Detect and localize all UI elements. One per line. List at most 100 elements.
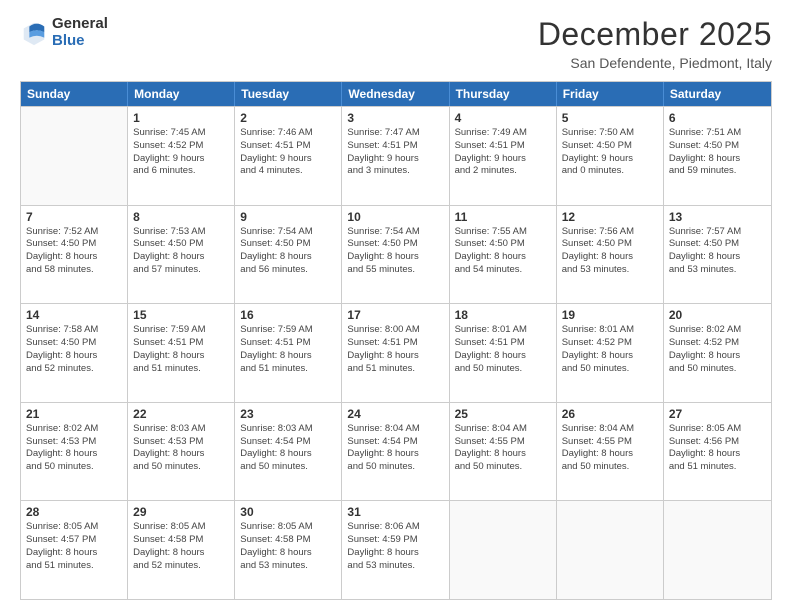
day-number: 14: [26, 308, 122, 322]
calendar-cell: 28Sunrise: 8:05 AM Sunset: 4:57 PM Dayli…: [21, 501, 128, 599]
day-number: 15: [133, 308, 229, 322]
calendar-row-1: 7 Sunrise: 7:52 AM Sunset: 4:50 PM Daylig…: [21, 205, 771, 304]
calendar-cell: 17Sunrise: 8:00 AM Sunset: 4:51 PM Dayli…: [342, 304, 449, 402]
calendar-cell: 9 Sunrise: 7:54 AM Sunset: 4:50 PM Daylig…: [235, 206, 342, 304]
day-number: 3: [347, 111, 443, 125]
calendar-cell: 22 Sunrise: 8:03 AM Sunset: 4:53 PM Dayli…: [128, 403, 235, 501]
day-info: Sunrise: 8:01 AM Sunset: 4:51 PM Dayligh…: [455, 324, 551, 375]
day-info: Sunrise: 7:55 AM Sunset: 4:50 PM Dayligh…: [455, 226, 551, 277]
calendar-cell: 16 Sunrise: 7:59 AM Sunset: 4:51 PM Dayli…: [235, 304, 342, 402]
calendar-row-4: 28Sunrise: 8:05 AM Sunset: 4:57 PM Dayli…: [21, 500, 771, 599]
header-cell-sunday: Sunday: [21, 82, 128, 106]
day-info: Sunrise: 8:06 AM Sunset: 4:59 PM Dayligh…: [347, 521, 443, 572]
day-number: 27: [669, 407, 766, 421]
day-info: Sunrise: 8:02 AM Sunset: 4:52 PM Dayligh…: [669, 324, 766, 375]
calendar-cell: 14 Sunrise: 7:58 AM Sunset: 4:50 PM Dayli…: [21, 304, 128, 402]
calendar-cell: 4 Sunrise: 7:49 AM Sunset: 4:51 PM Daylig…: [450, 107, 557, 205]
header-cell-monday: Monday: [128, 82, 235, 106]
calendar-cell: 29 Sunrise: 8:05 AM Sunset: 4:58 PM Dayli…: [128, 501, 235, 599]
calendar-cell: 10 Sunrise: 7:54 AM Sunset: 4:50 PM Dayli…: [342, 206, 449, 304]
day-info: Sunrise: 7:52 AM Sunset: 4:50 PM Dayligh…: [26, 226, 122, 277]
logo-blue-text: Blue: [52, 33, 108, 50]
logo-text: General Blue: [52, 16, 108, 49]
calendar-cell: 23Sunrise: 8:03 AM Sunset: 4:54 PM Dayli…: [235, 403, 342, 501]
day-info: Sunrise: 8:04 AM Sunset: 4:55 PM Dayligh…: [455, 423, 551, 474]
day-info: Sunrise: 8:05 AM Sunset: 4:56 PM Dayligh…: [669, 423, 766, 474]
header-cell-friday: Friday: [557, 82, 664, 106]
day-info: Sunrise: 7:49 AM Sunset: 4:51 PM Dayligh…: [455, 127, 551, 178]
day-info: Sunrise: 7:56 AM Sunset: 4:50 PM Dayligh…: [562, 226, 658, 277]
calendar-row-3: 21 Sunrise: 8:02 AM Sunset: 4:53 PM Dayli…: [21, 402, 771, 501]
calendar-cell: 11 Sunrise: 7:55 AM Sunset: 4:50 PM Dayli…: [450, 206, 557, 304]
day-number: 29: [133, 505, 229, 519]
calendar-cell: 13 Sunrise: 7:57 AM Sunset: 4:50 PM Dayli…: [664, 206, 771, 304]
day-number: 30: [240, 505, 336, 519]
day-info: Sunrise: 7:46 AM Sunset: 4:51 PM Dayligh…: [240, 127, 336, 178]
location-title: San Defendente, Piedmont, Italy: [538, 55, 772, 71]
calendar-cell: 21 Sunrise: 8:02 AM Sunset: 4:53 PM Dayli…: [21, 403, 128, 501]
month-title: December 2025: [538, 16, 772, 53]
day-info: Sunrise: 7:58 AM Sunset: 4:50 PM Dayligh…: [26, 324, 122, 375]
day-number: 25: [455, 407, 551, 421]
day-info: Sunrise: 7:50 AM Sunset: 4:50 PM Dayligh…: [562, 127, 658, 178]
day-info: Sunrise: 7:53 AM Sunset: 4:50 PM Dayligh…: [133, 226, 229, 277]
day-number: 10: [347, 210, 443, 224]
day-info: Sunrise: 8:05 AM Sunset: 4:58 PM Dayligh…: [133, 521, 229, 572]
calendar-row-0: 1Sunrise: 7:45 AM Sunset: 4:52 PM Daylig…: [21, 106, 771, 205]
calendar-row-2: 14 Sunrise: 7:58 AM Sunset: 4:50 PM Dayli…: [21, 303, 771, 402]
day-number: 8: [133, 210, 229, 224]
logo-icon: [20, 19, 48, 47]
page: General Blue December 2025 San Defendent…: [0, 0, 792, 612]
calendar-body: 1Sunrise: 7:45 AM Sunset: 4:52 PM Daylig…: [21, 106, 771, 599]
calendar-cell: 5Sunrise: 7:50 AM Sunset: 4:50 PM Daylig…: [557, 107, 664, 205]
calendar-cell: 27 Sunrise: 8:05 AM Sunset: 4:56 PM Dayli…: [664, 403, 771, 501]
day-info: Sunrise: 7:59 AM Sunset: 4:51 PM Dayligh…: [133, 324, 229, 375]
day-number: 2: [240, 111, 336, 125]
day-number: 4: [455, 111, 551, 125]
calendar-cell: 6Sunrise: 7:51 AM Sunset: 4:50 PM Daylig…: [664, 107, 771, 205]
day-number: 28: [26, 505, 122, 519]
header-cell-wednesday: Wednesday: [342, 82, 449, 106]
day-info: Sunrise: 7:57 AM Sunset: 4:50 PM Dayligh…: [669, 226, 766, 277]
calendar-cell: 3Sunrise: 7:47 AM Sunset: 4:51 PM Daylig…: [342, 107, 449, 205]
day-number: 7: [26, 210, 122, 224]
day-number: 9: [240, 210, 336, 224]
day-info: Sunrise: 7:54 AM Sunset: 4:50 PM Dayligh…: [347, 226, 443, 277]
calendar-cell: 19Sunrise: 8:01 AM Sunset: 4:52 PM Dayli…: [557, 304, 664, 402]
calendar: SundayMondayTuesdayWednesdayThursdayFrid…: [20, 81, 772, 600]
day-number: 16: [240, 308, 336, 322]
day-number: 31: [347, 505, 443, 519]
day-number: 24: [347, 407, 443, 421]
header-cell-saturday: Saturday: [664, 82, 771, 106]
calendar-cell: 25 Sunrise: 8:04 AM Sunset: 4:55 PM Dayli…: [450, 403, 557, 501]
day-info: Sunrise: 8:03 AM Sunset: 4:54 PM Dayligh…: [240, 423, 336, 474]
title-block: December 2025 San Defendente, Piedmont, …: [538, 16, 772, 71]
day-number: 26: [562, 407, 658, 421]
calendar-cell: 1Sunrise: 7:45 AM Sunset: 4:52 PM Daylig…: [128, 107, 235, 205]
day-info: Sunrise: 8:01 AM Sunset: 4:52 PM Dayligh…: [562, 324, 658, 375]
calendar-cell: [21, 107, 128, 205]
day-info: Sunrise: 7:51 AM Sunset: 4:50 PM Dayligh…: [669, 127, 766, 178]
calendar-cell: 2 Sunrise: 7:46 AM Sunset: 4:51 PM Daylig…: [235, 107, 342, 205]
calendar-cell: 15 Sunrise: 7:59 AM Sunset: 4:51 PM Dayli…: [128, 304, 235, 402]
logo-general-text: General: [52, 16, 108, 33]
day-number: 21: [26, 407, 122, 421]
calendar-cell: 7 Sunrise: 7:52 AM Sunset: 4:50 PM Daylig…: [21, 206, 128, 304]
day-info: Sunrise: 7:54 AM Sunset: 4:50 PM Dayligh…: [240, 226, 336, 277]
header: General Blue December 2025 San Defendent…: [20, 16, 772, 71]
calendar-cell: 12 Sunrise: 7:56 AM Sunset: 4:50 PM Dayli…: [557, 206, 664, 304]
calendar-cell: [450, 501, 557, 599]
calendar-cell: 30 Sunrise: 8:05 AM Sunset: 4:58 PM Dayli…: [235, 501, 342, 599]
day-number: 17: [347, 308, 443, 322]
day-info: Sunrise: 8:02 AM Sunset: 4:53 PM Dayligh…: [26, 423, 122, 474]
day-info: Sunrise: 7:59 AM Sunset: 4:51 PM Dayligh…: [240, 324, 336, 375]
day-number: 11: [455, 210, 551, 224]
day-number: 12: [562, 210, 658, 224]
day-info: Sunrise: 8:05 AM Sunset: 4:58 PM Dayligh…: [240, 521, 336, 572]
calendar-cell: 31 Sunrise: 8:06 AM Sunset: 4:59 PM Dayli…: [342, 501, 449, 599]
day-number: 22: [133, 407, 229, 421]
calendar-cell: 8 Sunrise: 7:53 AM Sunset: 4:50 PM Daylig…: [128, 206, 235, 304]
day-info: Sunrise: 7:45 AM Sunset: 4:52 PM Dayligh…: [133, 127, 229, 178]
day-info: Sunrise: 8:03 AM Sunset: 4:53 PM Dayligh…: [133, 423, 229, 474]
day-number: 13: [669, 210, 766, 224]
